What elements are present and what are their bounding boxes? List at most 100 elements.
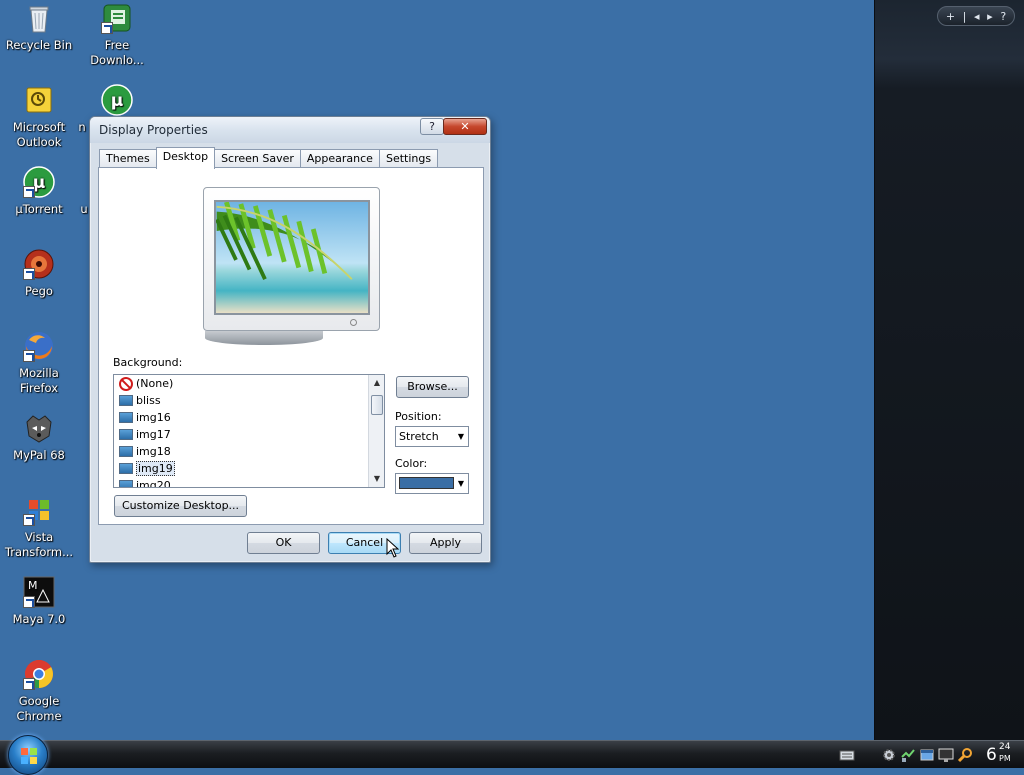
clock-ampm: PM <box>999 754 1011 763</box>
ok-button[interactable]: OK <box>247 532 320 554</box>
desktop-icon-pego[interactable]: Pego <box>1 248 77 299</box>
utorrent-icon: µ <box>101 84 133 116</box>
desktop-icon-mozilla-firefox[interactable]: Mozilla Firefox <box>1 330 77 396</box>
image-icon <box>119 446 133 457</box>
chevron-down-icon: ▼ <box>457 432 464 441</box>
background-list[interactable]: (None) bliss img16 img17 img18 img19 img… <box>113 374 385 488</box>
desktop-icon-label: Pego <box>25 284 53 298</box>
shortcut-arrow-icon <box>23 268 35 280</box>
scroll-down-arrow-icon[interactable]: ▼ <box>369 471 384 487</box>
list-item-label: img19 <box>136 461 175 476</box>
start-button[interactable] <box>8 735 48 775</box>
tab-appearance[interactable]: Appearance <box>299 149 380 168</box>
taskbar: 6 24 PM <box>0 735 1024 775</box>
tab-themes[interactable]: Themes <box>99 149 157 168</box>
desktop-icon-free-download[interactable]: Free Downlo... <box>79 2 155 68</box>
recycle-bin-icon <box>23 2 55 34</box>
desktop-icon-label: MyPal 68 <box>13 448 65 462</box>
shortcut-arrow-icon <box>101 22 113 34</box>
desktop-icon-recycle-bin[interactable]: Recycle Bin <box>1 2 77 53</box>
chrome-icon <box>23 658 55 690</box>
desktop-icon-label: Microsoft Outlook <box>12 120 66 149</box>
desktop-icon-label: Free Downlo... <box>90 38 144 67</box>
add-gadget-button[interactable]: + <box>946 10 955 23</box>
color-swatch <box>399 477 454 489</box>
monitor-preview <box>203 187 380 331</box>
titlebar[interactable]: Display Properties ? ✕ <box>90 117 490 143</box>
scroll-up-arrow-icon[interactable]: ▲ <box>369 375 384 391</box>
desktop-icon-utorrent-2[interactable]: µ <box>79 84 155 120</box>
system-tray: 6 24 PM <box>839 741 1024 769</box>
windows-logo-icon <box>21 748 37 764</box>
desktop-icon-vista-transform[interactable]: Vista Transform... <box>1 494 77 560</box>
desktop-icon-label: Mozilla Firefox <box>19 366 59 395</box>
list-item[interactable]: bliss <box>114 392 384 409</box>
no-entry-icon <box>119 377 133 391</box>
next-button[interactable]: ▸ <box>987 10 993 23</box>
window-icon[interactable] <box>919 747 935 763</box>
image-icon <box>119 463 133 474</box>
desktop-icon-mypal[interactable]: MyPal 68 <box>1 412 77 463</box>
list-item-label: img20 <box>136 479 171 488</box>
list-item-label: bliss <box>136 394 161 407</box>
desktop-icon-google-chrome[interactable]: Google Chrome <box>1 658 77 724</box>
desktop-icon-label: µTorrent <box>15 202 63 216</box>
help-button[interactable]: ? <box>420 118 444 135</box>
monitor-stand <box>205 331 323 345</box>
windows-flag-icon <box>23 494 55 526</box>
search-icon[interactable] <box>957 747 973 763</box>
previous-button[interactable]: ◂ <box>974 10 980 23</box>
customize-desktop-button[interactable]: Customize Desktop... <box>114 495 247 517</box>
browse-button[interactable]: Browse... <box>396 376 469 398</box>
shortcut-arrow-icon <box>23 596 35 608</box>
list-item[interactable]: img20 <box>114 477 384 488</box>
color-picker[interactable]: ▼ <box>395 473 469 494</box>
image-icon <box>119 395 133 406</box>
mypal-icon <box>23 412 55 444</box>
tab-strip: Themes Desktop Screen Saver Appearance S… <box>99 147 439 169</box>
gear-icon[interactable] <box>881 747 897 763</box>
maya-icon: M <box>23 576 55 608</box>
desktop-icon-label: Google Chrome <box>16 694 62 723</box>
image-icon <box>119 412 133 423</box>
list-item-selected[interactable]: img19 <box>114 460 384 477</box>
desktop-icon-label: Recycle Bin <box>5 38 73 52</box>
list-item[interactable]: img17 <box>114 426 384 443</box>
list-scrollbar[interactable]: ▲ ▼ <box>368 375 384 487</box>
desktop-icon-utorrent[interactable]: µ µTorrent <box>1 166 77 217</box>
close-button[interactable]: ✕ <box>443 118 487 135</box>
tab-desktop[interactable]: Desktop <box>155 147 216 169</box>
desktop-icon-maya[interactable]: M Maya 7.0 <box>1 576 77 627</box>
monitor-power-led <box>350 319 357 326</box>
clock-minute: 24 <box>999 742 1011 752</box>
list-item-label: img17 <box>136 428 171 441</box>
utorrent-icon: µ <box>23 166 55 198</box>
desktop-icon-microsoft-outlook[interactable]: Microsoft Outlook <box>1 84 77 150</box>
list-item[interactable]: img18 <box>114 443 384 460</box>
network-icon[interactable] <box>900 747 916 763</box>
shortcut-arrow-icon <box>23 350 35 362</box>
taskbar-clock[interactable]: 6 24 PM <box>986 742 1016 765</box>
apply-button[interactable]: Apply <box>409 532 482 554</box>
svg-text:µ: µ <box>111 91 124 111</box>
background-label: Background: <box>113 356 183 369</box>
list-item[interactable]: img16 <box>114 409 384 426</box>
separator: | <box>962 9 967 23</box>
monitor-icon[interactable] <box>938 747 954 763</box>
position-value: Stretch <box>399 430 439 443</box>
mouse-cursor-icon <box>386 538 400 558</box>
free-download-icon <box>101 2 133 34</box>
window-title: Display Properties <box>99 123 208 137</box>
tab-screen-saver[interactable]: Screen Saver <box>214 149 301 168</box>
keyboard-icon[interactable] <box>839 747 855 763</box>
tab-settings[interactable]: Settings <box>378 149 439 168</box>
firefox-icon <box>23 330 55 362</box>
desktop-tab-panel: Background: (None) bliss img16 img17 img… <box>98 167 484 525</box>
shortcut-arrow-icon <box>23 186 35 198</box>
position-select[interactable]: Stretch ▼ <box>395 426 469 447</box>
help-button[interactable]: ? <box>1000 10 1006 23</box>
scroll-thumb[interactable] <box>371 395 383 415</box>
list-item[interactable]: (None) <box>114 375 384 392</box>
position-label: Position: <box>395 410 442 423</box>
chevron-down-icon: ▼ <box>457 479 464 488</box>
